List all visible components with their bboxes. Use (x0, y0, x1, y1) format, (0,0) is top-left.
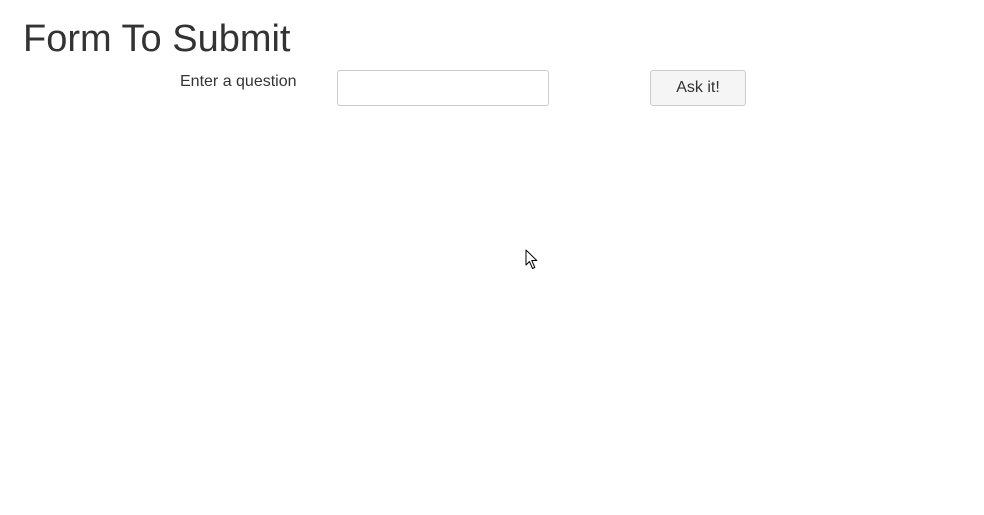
question-label: Enter a question (180, 73, 297, 90)
page: Form To Submit Enter a question Ask it! (0, 0, 984, 515)
question-input[interactable] (337, 70, 549, 106)
page-title: Form To Submit (23, 18, 291, 60)
arrow-pointer-icon (525, 249, 538, 269)
ask-button[interactable]: Ask it! (650, 70, 746, 106)
